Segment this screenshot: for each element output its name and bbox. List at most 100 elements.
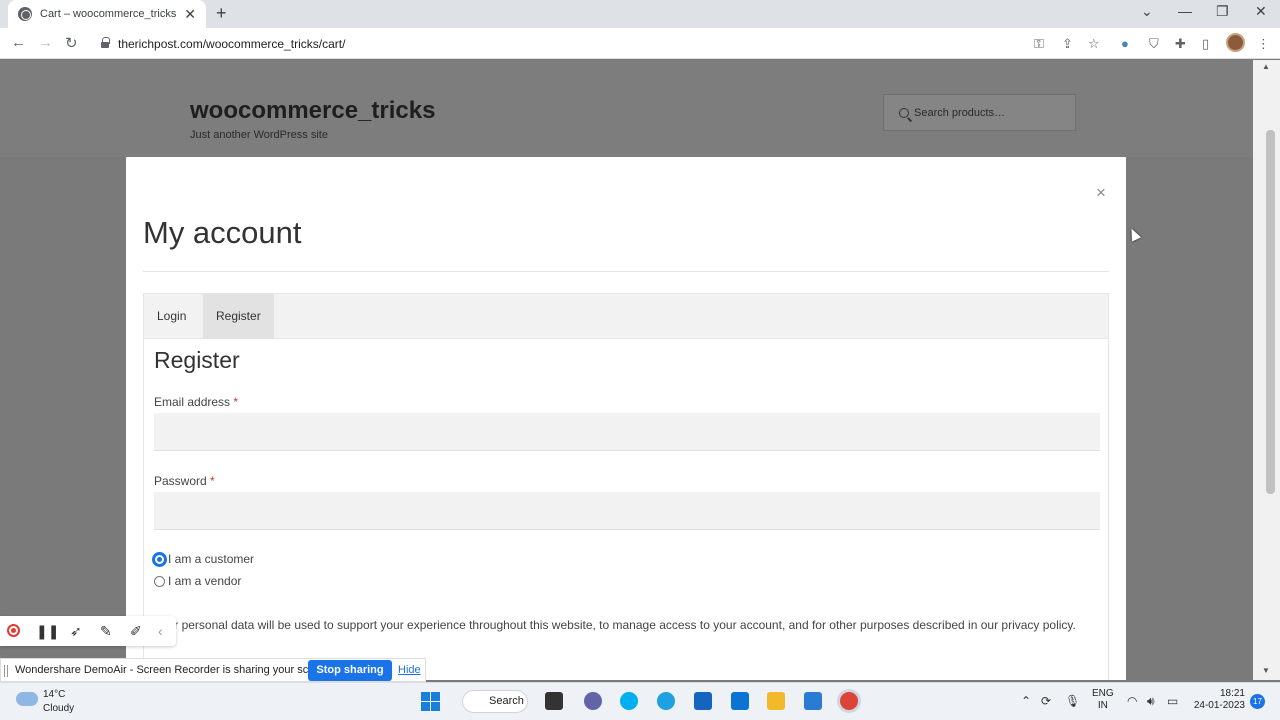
tab-register[interactable]: Register — [203, 294, 274, 339]
customer-role-option[interactable]: I am a customer — [154, 552, 254, 566]
battery-icon[interactable]: ▭ — [1167, 694, 1178, 708]
tab-search-chevron-icon[interactable]: ⌄ — [1141, 3, 1153, 20]
sync-icon[interactable]: ⟳ — [1041, 694, 1051, 708]
site-tagline: Just another WordPress site — [190, 129, 328, 141]
password-label: Password * — [154, 474, 215, 488]
site-title[interactable]: woocommerce_tricks — [190, 97, 435, 125]
clock-time: 18:21 — [1219, 688, 1245, 699]
volume-icon[interactable]: 🔊︎ — [1147, 694, 1155, 709]
url-text[interactable]: therichpost.com/woocommerce_tricks/cart/ — [118, 37, 345, 51]
profile-avatar[interactable] — [1226, 33, 1245, 52]
highlighter-icon[interactable]: ✐ — [130, 623, 142, 640]
pause-icon[interactable]: ❚❚ — [36, 623, 59, 640]
browser-tab-strip: Cart – woocommerce_tricks ✕ + ⌄ — ❐ ✕ — [0, 0, 1280, 28]
screen-share-bar: Wondershare DemoAir - Screen Recorder is… — [0, 658, 426, 682]
tabs-header: Login Register — [144, 294, 1108, 339]
teams-chat-icon[interactable] — [584, 692, 602, 710]
language-indicator[interactable]: ENG IN — [1092, 688, 1114, 712]
bookmark-star-icon[interactable]: ☆ — [1088, 36, 1100, 52]
language-code: ENG — [1092, 688, 1114, 699]
menu-kebab-icon[interactable]: ⋮ — [1257, 36, 1270, 52]
drag-grip-icon[interactable] — [4, 665, 8, 677]
product-search-input[interactable]: Search products… — [883, 94, 1076, 131]
scroll-up-icon[interactable]: ▲ — [1262, 62, 1270, 71]
weather-temperature[interactable]: 14°C — [43, 689, 65, 700]
vendor-radio[interactable] — [154, 575, 165, 587]
share-icon[interactable]: ⇪ — [1062, 36, 1073, 52]
cloud-icon[interactable] — [16, 692, 38, 706]
vendor-role-option[interactable]: I am a vendor — [154, 574, 241, 588]
browser-toolbar: ← → ↻ therichpost.com/woocommerce_tricks… — [0, 28, 1280, 59]
password-field[interactable] — [154, 492, 1100, 530]
pen-icon[interactable]: ✎ — [100, 623, 112, 640]
wifi-icon[interactable]: ◠ — [1127, 694, 1137, 708]
shield-icon[interactable]: ⛉ — [1149, 36, 1159, 52]
password-label-text: Password — [154, 474, 207, 488]
tab-login[interactable]: Login — [144, 294, 199, 339]
task-view-icon[interactable] — [545, 692, 563, 710]
region-code: IN — [1097, 700, 1108, 711]
required-mark: * — [233, 395, 239, 409]
microphone-icon[interactable]: 🎙︎ — [1065, 694, 1080, 708]
browser-tab[interactable]: Cart – woocommerce_tricks ✕ — [8, 0, 206, 28]
privacy-notice: Your personal data will be used to suppo… — [154, 618, 1076, 632]
email-label-text: Email address — [154, 395, 231, 409]
skype-icon[interactable] — [620, 692, 638, 710]
chrome-icon[interactable] — [840, 692, 858, 710]
key-icon[interactable]: ⚿ — [1034, 36, 1044, 52]
search-icon — [899, 108, 909, 118]
account-tabs: Login Register Register Email address * … — [143, 293, 1109, 680]
tab-title: Cart – woocommerce_tricks — [40, 8, 177, 20]
minimize-icon[interactable]: — — [1178, 3, 1192, 19]
search-placeholder: Search products… — [914, 107, 1006, 119]
vscode-icon[interactable] — [804, 692, 822, 710]
record-icon[interactable] — [7, 624, 20, 637]
system-clock[interactable]: 18:21 24-01-2023 — [1193, 688, 1245, 712]
site-header: woocommerce_tricks Just another WordPres… — [0, 60, 1253, 157]
customer-radio[interactable] — [154, 553, 165, 565]
notification-badge[interactable]: 17 — [1250, 694, 1265, 709]
address-bar[interactable]: therichpost.com/woocommerce_tricks/cart/ — [92, 31, 1062, 56]
register-heading: Register — [154, 347, 240, 373]
page-scrollbar[interactable]: ▲ ▼ — [1253, 60, 1280, 680]
lock-icon[interactable] — [100, 37, 110, 49]
required-mark: * — [210, 474, 215, 488]
back-icon[interactable]: ← — [11, 34, 26, 51]
tray-overflow-chevron-icon[interactable]: ⌃ — [1021, 694, 1031, 708]
share-message: Wondershare DemoAir - Screen Recorder is… — [15, 664, 334, 676]
windows-start-icon[interactable] — [421, 692, 440, 711]
file-explorer-icon[interactable] — [767, 692, 785, 710]
restore-icon[interactable]: ❐ — [1216, 3, 1229, 20]
reload-icon[interactable]: ↻ — [65, 34, 78, 52]
hide-link[interactable]: Hide — [398, 664, 421, 676]
edge-browser-icon[interactable] — [657, 692, 675, 710]
weather-condition[interactable]: Cloudy — [43, 703, 74, 714]
tab-close-icon[interactable]: ✕ — [184, 6, 196, 23]
store-icon[interactable] — [694, 692, 712, 710]
divider — [143, 271, 1109, 272]
collapse-chevron-icon[interactable]: ‹ — [158, 623, 163, 639]
pointer-icon[interactable]: ➶ — [70, 623, 82, 640]
scroll-down-icon[interactable]: ▼ — [1262, 666, 1270, 675]
recorder-toolbar: ❚❚ ➶ ✎ ✐ ‹ — [0, 616, 176, 646]
mail-icon[interactable] — [731, 692, 749, 710]
vendor-radio-label[interactable]: I am a vendor — [168, 574, 241, 588]
email-field[interactable] — [154, 413, 1100, 451]
new-tab-icon[interactable]: + — [216, 3, 227, 24]
taskbar: 14°C Cloudy Search ⌃ ⟳ 🎙︎ ENG IN ◠ 🔊︎ ▭ … — [0, 682, 1280, 720]
clock-date: 24-01-2023 — [1193, 700, 1245, 711]
modal-title: My account — [143, 215, 302, 250]
window-close-icon[interactable]: ✕ — [1255, 3, 1267, 20]
scrollbar-thumb[interactable] — [1266, 130, 1275, 494]
email-label: Email address * — [154, 395, 238, 409]
modal-close-icon[interactable]: × — [1096, 183, 1106, 203]
extension-user-icon[interactable]: ● — [1121, 36, 1129, 51]
side-panel-icon[interactable]: ▯ — [1202, 36, 1209, 52]
stop-sharing-button[interactable]: Stop sharing — [308, 660, 392, 681]
globe-icon — [18, 7, 32, 21]
taskbar-search-button[interactable]: Search — [462, 690, 528, 713]
my-account-modal: × My account Login Register Register Ema… — [126, 157, 1126, 680]
forward-icon[interactable]: → — [38, 34, 53, 51]
customer-radio-label[interactable]: I am a customer — [168, 552, 254, 566]
puzzle-extensions-icon[interactable]: ✚ — [1175, 36, 1186, 52]
